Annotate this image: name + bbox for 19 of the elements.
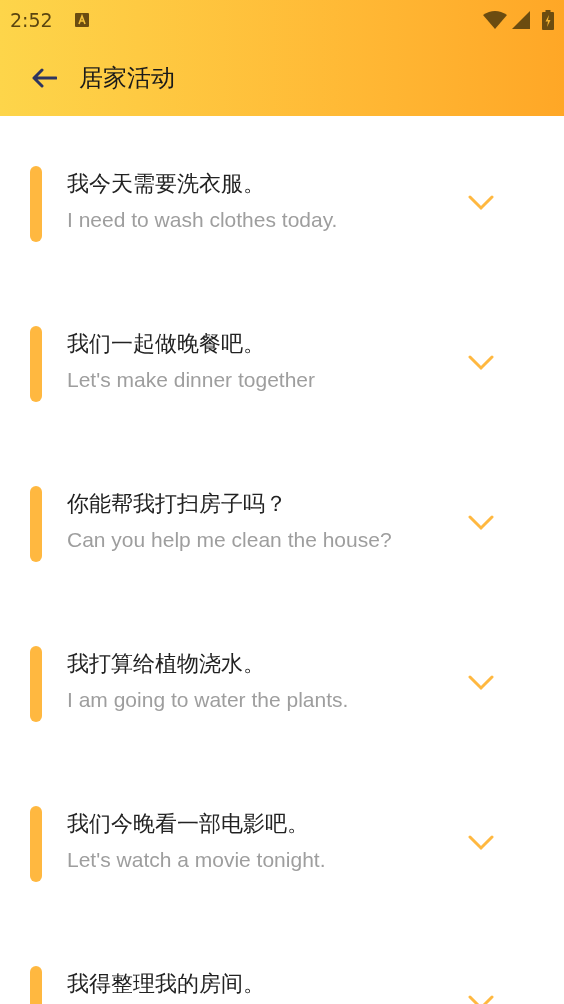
phrase-row[interactable]: 我们今晚看一部电影吧。 Let's watch a movie tonight. — [0, 764, 564, 924]
phrase-chinese: 我得整理我的房间。 — [67, 970, 266, 998]
phrase-chinese: 我今天需要洗衣服。 — [67, 170, 266, 198]
phrase-row[interactable]: 我打算给植物浇水。 I am going to water the plants. — [0, 604, 564, 764]
phrase-english: I need to wash clothes today. — [67, 207, 339, 233]
phrase-english: Can you help me clean the house? — [67, 527, 393, 553]
phrase-english: I am going to water the plants. — [67, 687, 350, 713]
phrase-chinese: 我们一起做晚餐吧。 — [67, 330, 266, 358]
phrase-row[interactable]: 我得整理我的房间。 — [0, 924, 564, 1004]
page-title: 居家活动 — [79, 63, 175, 93]
phrase-english: Let's make dinner together — [67, 367, 316, 393]
phrase-row[interactable]: 我们一起做晚餐吧。 Let's make dinner together — [0, 284, 564, 444]
phrase-english: Let's watch a movie tonight. — [67, 847, 327, 873]
phrase-chinese: 我们今晚看一部电影吧。 — [67, 810, 310, 838]
status-time: 2:52 — [10, 7, 53, 33]
phrase-chinese: 你能帮我打扫房子吗？ — [67, 490, 288, 518]
phrase-chinese: 我打算给植物浇水。 — [67, 650, 266, 678]
phrase-row[interactable]: 你能帮我打扫房子吗？ Can you help me clean the house? — [0, 444, 564, 604]
phrase-row[interactable]: 我今天需要洗衣服。 I need to wash clothes today. — [0, 124, 564, 284]
